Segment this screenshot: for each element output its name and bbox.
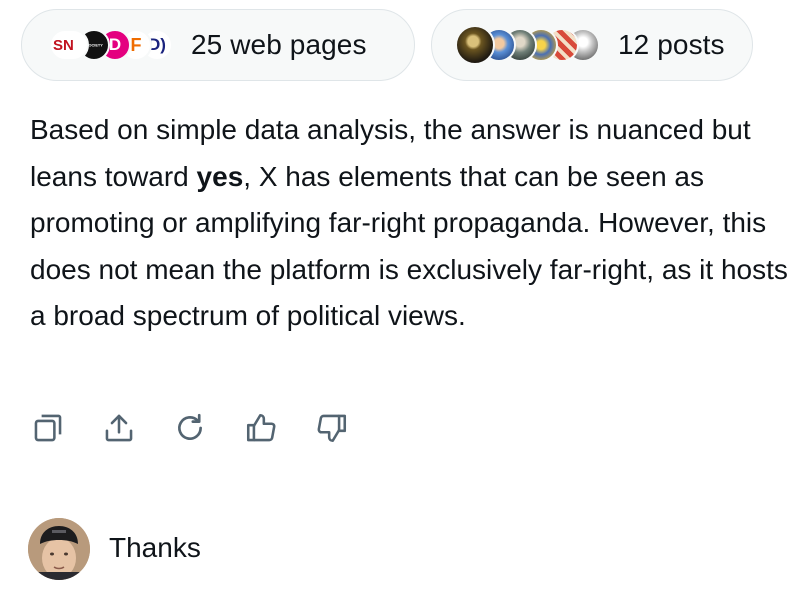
post-sources-label: 12 posts bbox=[618, 29, 725, 60]
share-button[interactable] bbox=[101, 410, 137, 446]
copy-button[interactable] bbox=[30, 410, 66, 446]
answer-actions bbox=[30, 410, 385, 446]
thumbs-up-icon bbox=[246, 413, 276, 442]
user-avatar[interactable] bbox=[28, 518, 90, 580]
user-reply-text: Thanks bbox=[109, 532, 201, 563]
regenerate-button[interactable] bbox=[172, 410, 208, 446]
web-sources-label: 25 web pages bbox=[191, 29, 367, 60]
avatar-1 bbox=[455, 25, 495, 65]
web-sources-button[interactable]: SN SOCIETY D F D) 25 web pages bbox=[21, 9, 415, 81]
thumbs-down-icon bbox=[317, 414, 347, 443]
post-sources-button[interactable]: 12 posts bbox=[431, 9, 753, 81]
answer-emphasis: yes bbox=[196, 160, 244, 192]
copy-icon bbox=[34, 414, 62, 442]
post-avatar-stack bbox=[455, 25, 600, 65]
share-icon bbox=[105, 414, 133, 442]
assistant-answer: Based on simple data analysis, the answe… bbox=[30, 107, 790, 340]
dislike-button[interactable] bbox=[314, 410, 350, 446]
regenerate-icon bbox=[178, 413, 202, 440]
conversation-view: SN SOCIETY D F D) 25 web pages 12 posts … bbox=[0, 0, 806, 600]
user-avatar-image bbox=[28, 518, 90, 580]
like-button[interactable] bbox=[243, 410, 279, 446]
web-source-icons: SN SOCIETY D F D) bbox=[49, 29, 173, 61]
sn-logo-icon: SN bbox=[49, 29, 89, 61]
